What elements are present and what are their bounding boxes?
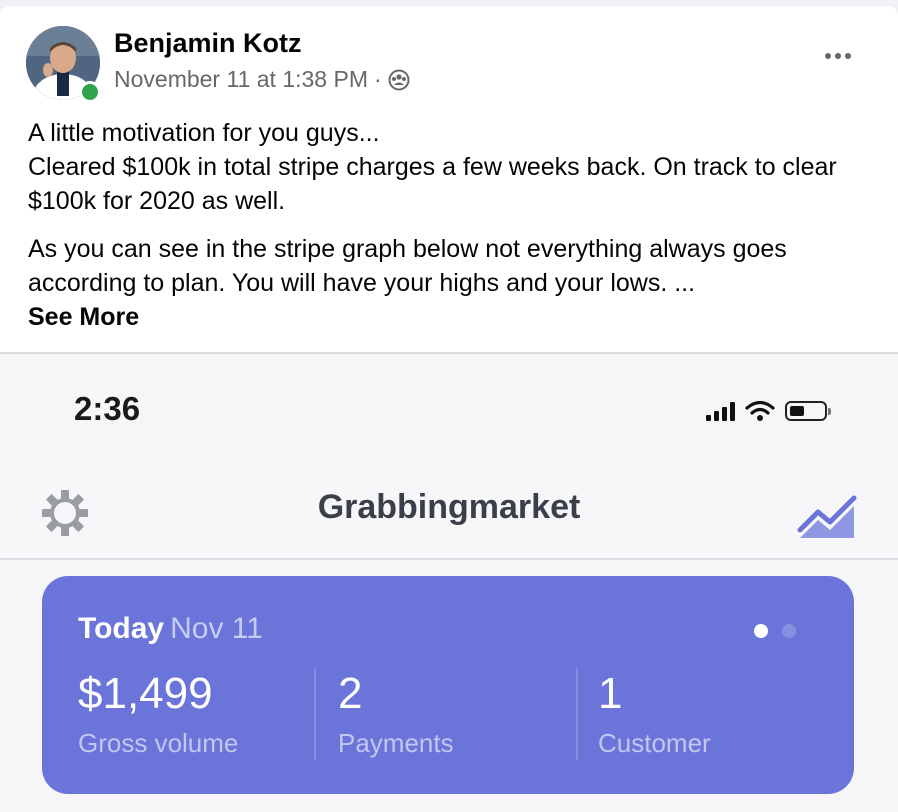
post-text: A little motivation for you guys... Clea… <box>28 116 868 348</box>
stat-customers: 1 Customer <box>598 668 711 768</box>
pager-dot-active <box>754 624 768 638</box>
more-options-icon[interactable] <box>816 44 860 68</box>
stat-label: Gross volume <box>78 728 239 758</box>
attached-screenshot[interactable]: 2:36 Grabbingmarket Today Nov 11 $1,499 … <box>0 352 898 812</box>
post-meta: November 11 at 1:38 PM · <box>114 66 410 93</box>
see-more-link[interactable]: See More <box>28 303 139 331</box>
stat-divider <box>576 668 578 760</box>
stat-value: 2 <box>338 669 363 718</box>
signal-icon <box>706 401 735 421</box>
stat-gross-volume: $1,499 Gross volume <box>78 668 238 768</box>
post-card: Benjamin Kotz November 11 at 1:38 PM · A… <box>0 6 898 812</box>
app-header: Grabbingmarket <box>0 462 898 560</box>
trend-chart-icon[interactable] <box>796 486 858 540</box>
stat-value: 1 <box>598 669 623 718</box>
period-label: Today <box>78 612 165 645</box>
page-indicator[interactable] <box>754 624 796 638</box>
stat-divider <box>314 668 316 760</box>
battery-icon <box>785 401 831 421</box>
stat-label: Customer <box>598 728 711 758</box>
phone-status-icons <box>706 394 831 428</box>
period-date: Nov 11 <box>170 612 263 645</box>
author-name[interactable]: Benjamin Kotz <box>114 28 302 59</box>
pager-dot <box>782 624 796 638</box>
card-heading: Today Nov 11 <box>78 612 263 646</box>
stat-payments: 2 Payments <box>338 668 454 768</box>
post-timestamp[interactable]: November 11 at 1:38 PM <box>114 66 368 93</box>
stat-value: $1,499 <box>78 669 213 718</box>
meta-separator: · <box>373 66 382 92</box>
post-paragraph: A little motivation for you guys... Clea… <box>28 119 837 215</box>
post-paragraph: As you can see in the stripe graph below… <box>28 235 787 331</box>
online-status-dot <box>79 81 101 103</box>
stat-label: Payments <box>338 728 454 758</box>
group-icon[interactable] <box>388 69 410 91</box>
phone-clock: 2:36 <box>74 390 141 427</box>
today-summary-card[interactable]: Today Nov 11 $1,499 Gross volume 2 Paymen… <box>42 576 854 794</box>
app-title: Grabbingmarket <box>317 488 581 526</box>
wifi-icon <box>745 400 775 421</box>
